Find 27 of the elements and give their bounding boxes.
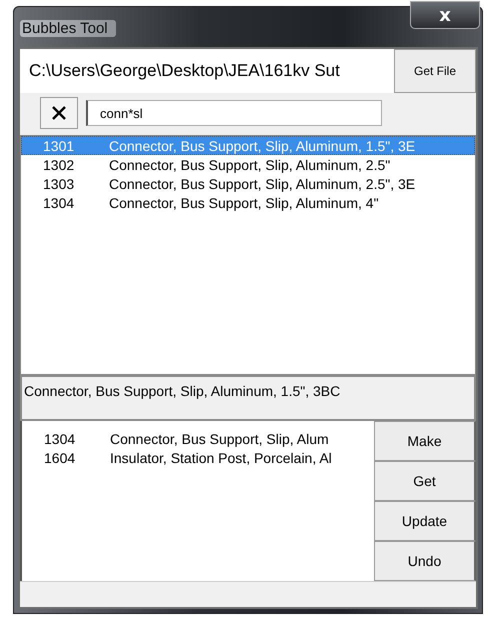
- result-row[interactable]: 1304 Connector, Bus Support, Slip, Aluminum, 4": [21, 193, 475, 212]
- description-box: Connector, Bus Support, Slip, Aluminum, 1.5", 3BC: [20, 375, 476, 421]
- item-number: 1303: [42, 176, 76, 192]
- result-row[interactable]: 1303 Connector, Bus Support, Slip, Aluminum, 2.5", 3E: [21, 174, 475, 193]
- result-row[interactable]: 1302 Connector, Bus Support, Slip, Aluminum, 2.5": [21, 155, 475, 174]
- item-number: 1302: [42, 156, 76, 172]
- item-description: Insulator, Station Post, Porcelain, Al: [110, 450, 332, 466]
- close-button[interactable]: x: [410, 1, 480, 29]
- item-number: 1304: [43, 430, 76, 446]
- window-title: Bubbles Tool: [20, 20, 116, 37]
- search-field[interactable]: conn*sl: [86, 100, 382, 126]
- action-button[interactable]: Get: [374, 461, 476, 501]
- item-number: 1301: [42, 138, 76, 154]
- item-description: Connector, Bus Support, Slip, Aluminum, 4": [109, 194, 379, 210]
- clear-button[interactable]: [40, 97, 78, 129]
- item-description: Connector, Bus Support, Slip, Aluminum, 1.5", 3E: [109, 138, 416, 154]
- item-number: 1604: [43, 450, 76, 466]
- item-description: Connector, Bus Support, Slip, Aluminum, 2.5": [109, 156, 390, 172]
- item-description: Connector, Bus Support, Slip, Aluminum, 2.5", 3E: [109, 176, 416, 192]
- action-button[interactable]: Make: [374, 421, 476, 461]
- get-file-button[interactable]: Get File: [394, 49, 476, 93]
- action-button[interactable]: Undo: [374, 541, 476, 581]
- close-icon: [51, 105, 67, 121]
- action-button[interactable]: Update: [374, 501, 476, 541]
- item-description: Connector, Bus Support, Slip, Alum: [110, 430, 329, 446]
- item-number: 1304: [42, 194, 76, 210]
- file-path-field[interactable]: C:\Users\George\Desktop\JEA\161kv Sut: [20, 49, 394, 93]
